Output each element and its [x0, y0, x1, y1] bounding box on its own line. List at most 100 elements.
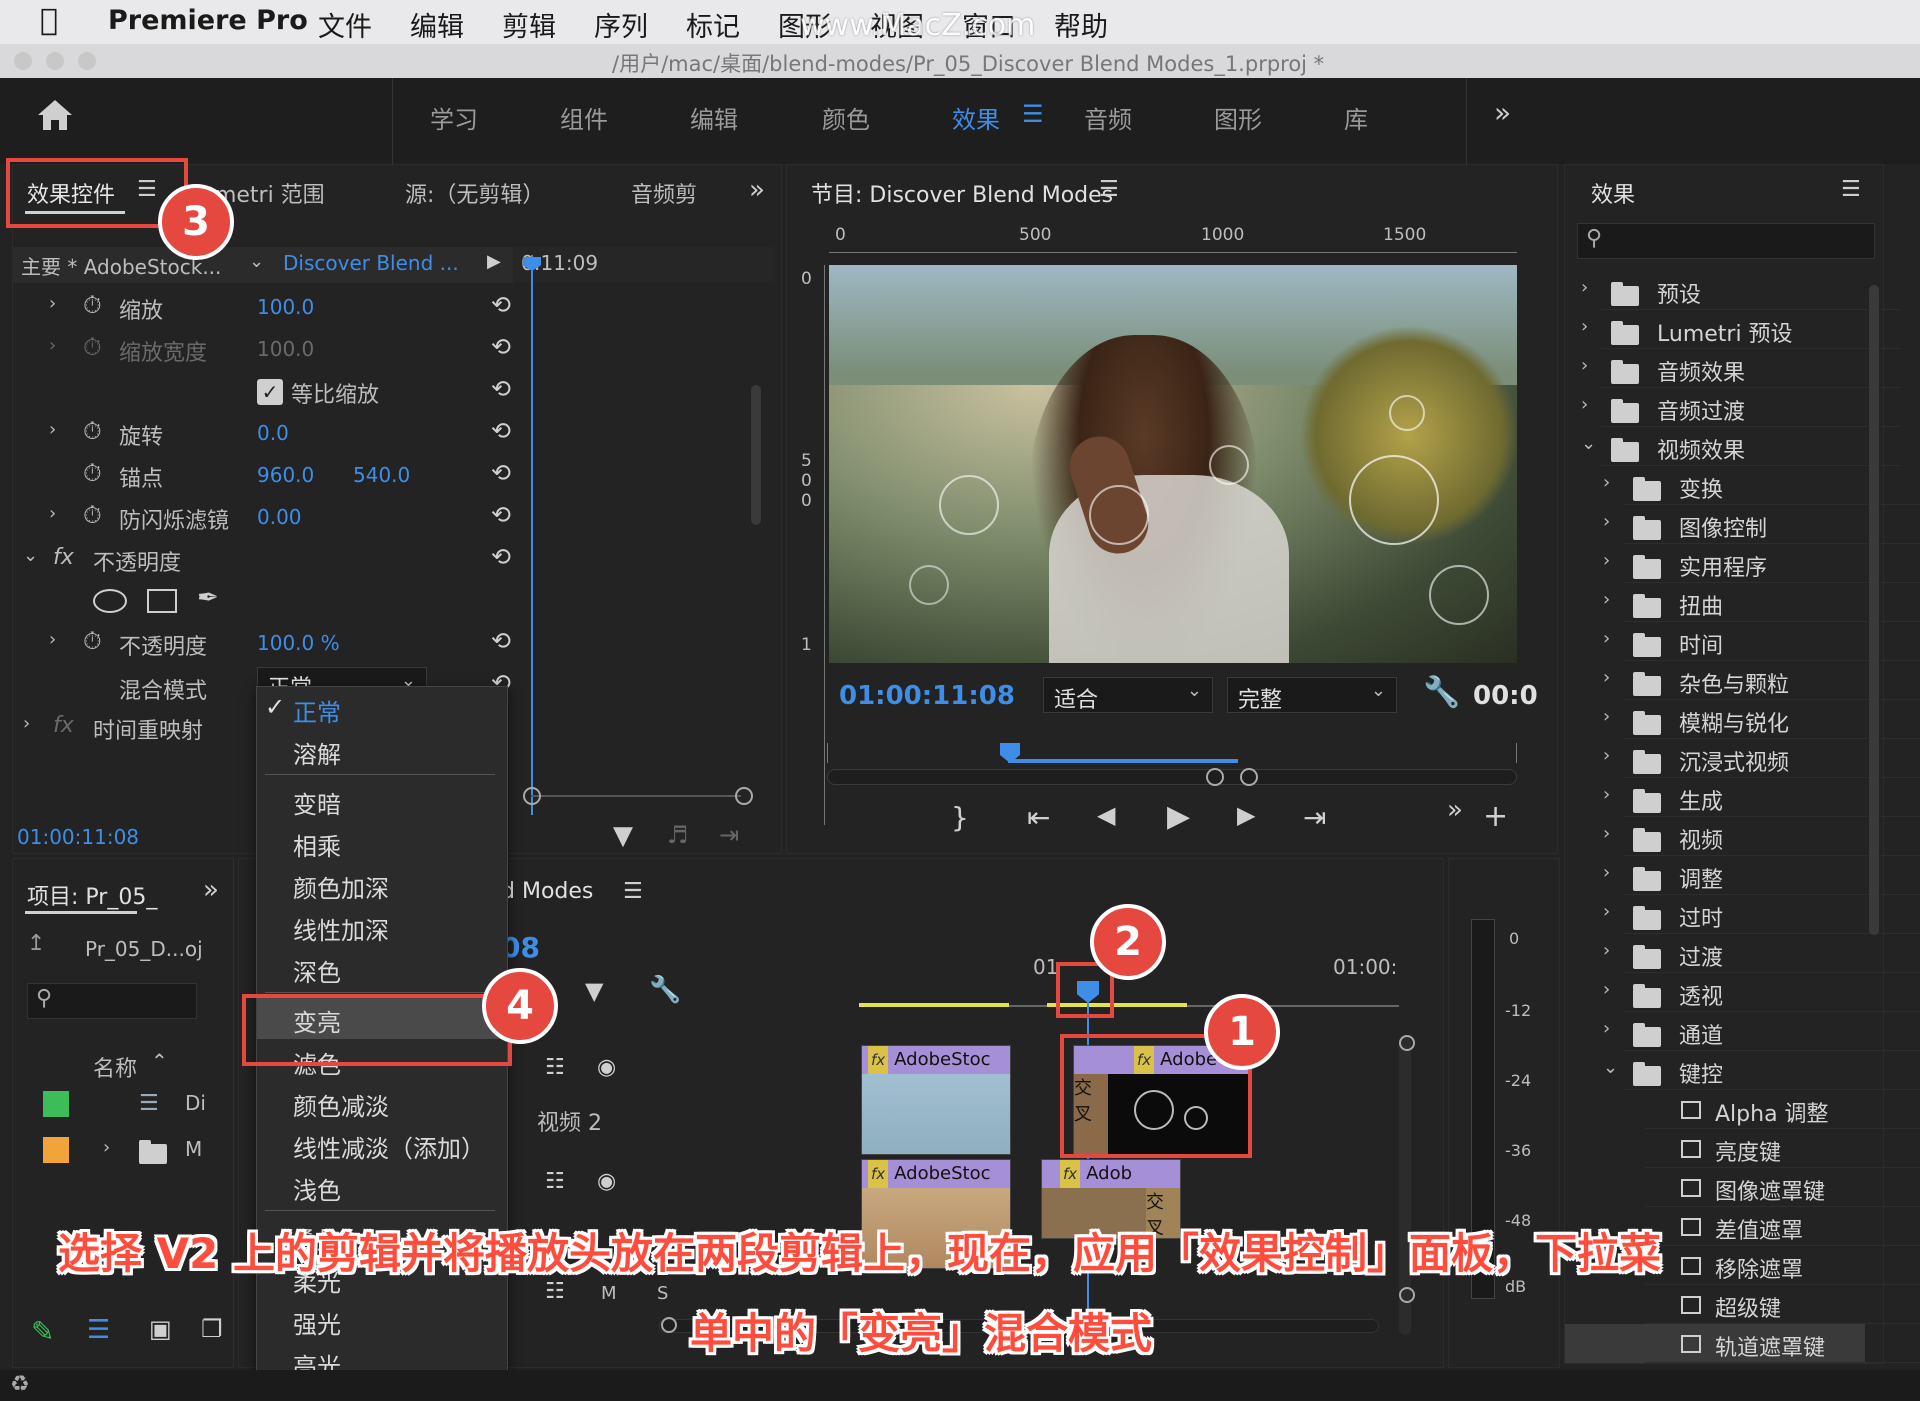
effects-tree-item[interactable]: › 变换 — [1565, 466, 1920, 505]
effects-tree-item[interactable]: › 调整 — [1565, 856, 1920, 895]
expand-chevron-icon[interactable]: › — [103, 1137, 110, 1158]
expand-chevron-icon[interactable]: › — [1603, 472, 1610, 493]
project-row-label[interactable]: M — [185, 1137, 202, 1161]
effects-tree-item[interactable]: ⌄ 键控 — [1565, 1051, 1920, 1090]
anchor-y-value[interactable]: 540.0 — [353, 463, 410, 487]
reset-icon[interactable]: ⟲ — [491, 417, 511, 445]
ec-current-timecode[interactable]: 01:00:11:08 — [17, 825, 139, 849]
workspace-tab-effects[interactable]: 效果 — [952, 100, 1000, 135]
filter-icon[interactable]: ▼ — [613, 821, 633, 851]
rectangle-mask-icon[interactable] — [147, 589, 177, 613]
workspace-tab-graphics[interactable]: 图形 — [1214, 100, 1262, 135]
effects-tree-item[interactable]: 轨道遮罩键 — [1565, 1324, 1920, 1363]
menu-help[interactable]: 帮助 — [1054, 5, 1108, 44]
effects-tree-item[interactable]: 图像遮罩键 — [1565, 1168, 1920, 1207]
blend-mode-option[interactable]: 线性减淡（添加） — [257, 1123, 507, 1165]
expand-chevron-icon[interactable]: › — [1603, 823, 1610, 844]
expand-chevron-icon[interactable]: › — [1581, 277, 1588, 298]
pen-mask-icon[interactable]: ✒ — [197, 583, 219, 613]
menu-edit[interactable]: 编辑 — [410, 5, 464, 44]
menu-clip[interactable]: 剪辑 — [502, 5, 556, 44]
expand-chevron-icon[interactable]: › — [1603, 901, 1610, 922]
reset-icon[interactable]: ⟲ — [491, 459, 511, 487]
effects-menu-icon[interactable]: ☰ — [1841, 177, 1861, 202]
freeform-view-icon[interactable]: ❐ — [201, 1315, 223, 1343]
effects-tree-item[interactable]: › 杂色与颗粒 — [1565, 661, 1920, 700]
workspace-tab-color[interactable]: 颜色 — [822, 100, 870, 135]
panel-more-button[interactable]: » — [749, 175, 765, 205]
expand-chevron-icon[interactable]: › — [1603, 1018, 1610, 1039]
clip-v2-left[interactable]: fx AdobeStoc — [861, 1045, 1011, 1155]
effects-tree-item[interactable]: ⌄ 视频效果 — [1565, 427, 1901, 466]
step-back-icon[interactable]: ◀ — [1097, 801, 1115, 829]
solo-button[interactable]: S — [657, 1283, 668, 1304]
anchor-x-value[interactable]: 960.0 — [257, 463, 314, 487]
timeline-menu-icon[interactable]: ☰ — [623, 879, 643, 904]
workspace-menu-icon[interactable]: ☰ — [1022, 100, 1044, 128]
apple-icon[interactable]:  — [40, 3, 58, 38]
reset-icon[interactable]: ⟲ — [491, 627, 511, 655]
effects-tree-item[interactable]: 超级键 — [1565, 1285, 1920, 1324]
sync-lock-icon[interactable]: ☷ — [545, 1055, 565, 1080]
effects-tree-item[interactable]: › 视频 — [1565, 817, 1920, 856]
expand-chevron-icon[interactable]: › — [1603, 745, 1610, 766]
reset-icon[interactable]: ⟲ — [491, 291, 511, 319]
expand-chevron-icon[interactable]: › — [1603, 667, 1610, 688]
workspace-tab-audio[interactable]: 音频 — [1084, 100, 1132, 135]
effects-tree-item[interactable]: › 预设 — [1565, 271, 1901, 310]
wrench-icon[interactable]: 🔧 — [649, 975, 681, 1005]
effects-tree-item[interactable]: Alpha 调整 — [1565, 1090, 1920, 1129]
sort-ascending-icon[interactable]: ⌃ — [151, 1049, 168, 1073]
workspace-tab-assembly[interactable]: 组件 — [560, 100, 608, 135]
effects-tree-item[interactable]: › 实用程序 — [1565, 544, 1920, 583]
home-icon[interactable] — [36, 98, 74, 132]
stopwatch-icon[interactable]: ⏱ — [83, 417, 102, 445]
workspace-tab-editing[interactable]: 编辑 — [690, 100, 738, 135]
expand-chevron-icon[interactable]: › — [49, 629, 56, 650]
blend-mode-option[interactable]: 深色 — [257, 947, 507, 989]
expand-chevron-icon[interactable]: › — [1603, 784, 1610, 805]
sequence-clip-label[interactable]: Discover Blend ... — [283, 251, 459, 275]
opacity-value[interactable]: 100.0 % — [257, 631, 340, 655]
ellipse-mask-icon[interactable] — [93, 589, 127, 613]
expand-chevron-icon[interactable]: › — [1603, 862, 1610, 883]
effects-tree-item[interactable]: › 模糊与锐化 — [1565, 700, 1920, 739]
expand-chevron-icon[interactable]: › — [1603, 979, 1610, 1000]
effects-search-input[interactable]: ⚲ — [1577, 223, 1875, 259]
blend-mode-option[interactable]: 溶解 — [257, 729, 507, 771]
expand-chevron-icon[interactable]: › — [1603, 940, 1610, 961]
scale-value[interactable]: 100.0 — [257, 295, 314, 319]
eye-icon[interactable]: ◉ — [597, 1055, 616, 1080]
expand-chevron-icon[interactable]: › — [1603, 628, 1610, 649]
play-icon[interactable]: ▶ — [487, 251, 501, 272]
stopwatch-icon[interactable]: ⏱ — [83, 501, 102, 529]
close-window-button[interactable] — [14, 52, 32, 70]
expand-chevron-icon[interactable]: › — [1581, 394, 1588, 415]
effects-tree-item[interactable]: › 音频效果 — [1565, 349, 1901, 388]
reset-icon[interactable]: ⟲ — [491, 501, 511, 529]
project-search-input[interactable]: ⚲ — [27, 983, 197, 1019]
workspace-tab-libraries[interactable]: 库 — [1344, 100, 1368, 135]
blend-mode-option[interactable]: 变暗 — [257, 779, 507, 821]
audio-toggle-icon[interactable]: ♬ — [667, 821, 689, 849]
zoom-handle-left[interactable] — [523, 787, 541, 805]
effects-tree-item[interactable]: › 扭曲 — [1565, 583, 1920, 622]
expand-chevron-icon[interactable]: › — [23, 713, 30, 734]
effects-tree-item[interactable]: 亮度键 — [1565, 1129, 1920, 1168]
effects-tree-item[interactable]: › 生成 — [1565, 778, 1920, 817]
step-forward-icon[interactable]: ▶ — [1237, 801, 1255, 829]
expand-chevron-icon[interactable]: › — [1603, 706, 1610, 727]
creative-cloud-icon[interactable]: ♻ — [10, 1372, 30, 1397]
panel-more-button[interactable]: » — [203, 875, 219, 905]
go-to-out-icon[interactable]: ⇥ — [1303, 801, 1326, 834]
sync-lock-icon[interactable]: ☷ — [545, 1279, 565, 1304]
reset-icon[interactable]: ⟲ — [491, 375, 511, 403]
effects-tree-item[interactable]: › 沉浸式视频 — [1565, 739, 1920, 778]
add-button-icon[interactable]: + — [1483, 799, 1508, 834]
eye-icon[interactable]: ◉ — [597, 1169, 616, 1194]
blend-mode-option[interactable]: 线性加深 — [257, 905, 507, 947]
expand-chevron-icon[interactable]: › — [1603, 589, 1610, 610]
effects-tree-item[interactable]: › 过时 — [1565, 895, 1920, 934]
minimize-window-button[interactable] — [46, 52, 64, 70]
program-menu-icon[interactable]: ☰ — [1099, 177, 1119, 202]
